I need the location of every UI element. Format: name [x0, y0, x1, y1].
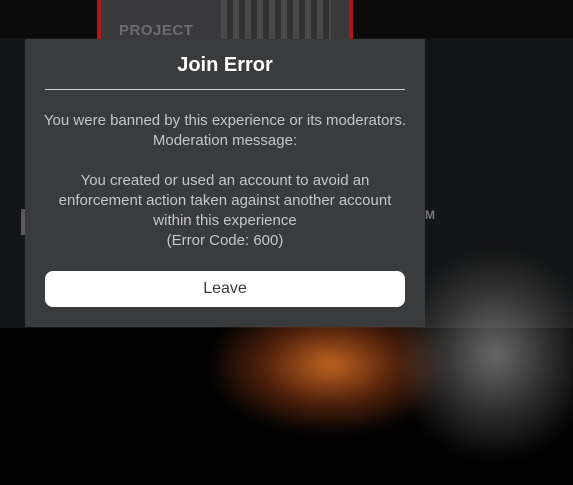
blurred-light-white	[400, 255, 573, 455]
game-thumbnail: PROJECT	[97, 0, 353, 40]
thumbnail-label: PROJECT	[119, 22, 194, 39]
title-divider	[45, 89, 405, 90]
thumbnail-art	[221, 0, 331, 40]
join-error-dialog: Join Error You were banned by this exper…	[25, 39, 425, 327]
error-code: (Error Code: 600)	[166, 232, 284, 249]
leave-button[interactable]: Leave	[45, 271, 405, 307]
ban-message: You were banned by this experience or it…	[43, 112, 407, 149]
background-fragment-right: M	[425, 208, 435, 222]
moderation-reason: You created or used an account to avoid …	[58, 172, 392, 229]
dialog-title: Join Error	[177, 54, 273, 76]
